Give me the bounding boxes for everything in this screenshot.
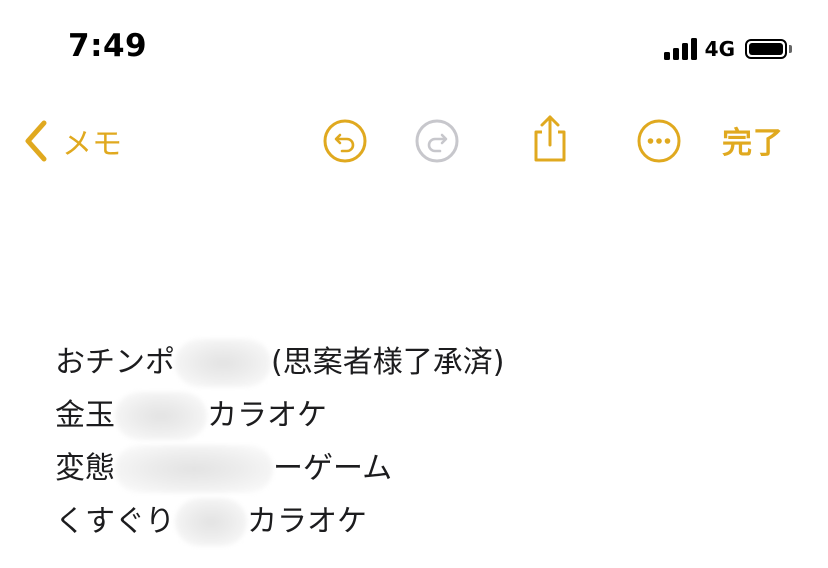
notes-app-screen: 7:49 4G メモ 完了 おチンポ (思案者様了承済) 金玉 カラオケ 変態 … [0, 0, 828, 568]
done-button[interactable]: 完了 [722, 118, 784, 162]
battery-icon [745, 39, 792, 59]
status-indicators: 4G [663, 36, 792, 62]
redo-icon[interactable] [414, 118, 460, 164]
redaction-blur [115, 444, 273, 493]
network-type-label: 4G [704, 37, 735, 61]
status-time: 7:49 [68, 28, 148, 64]
signal-bars-icon [663, 38, 697, 60]
redaction-blur [175, 497, 247, 546]
redaction-blur [175, 338, 271, 387]
more-icon[interactable] [636, 118, 682, 164]
redaction-blur [115, 391, 207, 440]
share-icon[interactable] [527, 112, 573, 164]
note-body[interactable]: おチンポ (思案者様了承済) 金玉 カラオケ 変態 ーゲーム くすぐり カラオケ [55, 338, 795, 550]
back-button[interactable]: メモ [22, 116, 122, 166]
undo-icon[interactable] [322, 118, 368, 164]
note-line: 金玉 カラオケ [55, 391, 795, 444]
chevron-left-icon [25, 120, 47, 162]
note-line: くすぐり カラオケ [55, 497, 795, 550]
note-line: おチンポ (思案者様了承済) [55, 338, 795, 391]
note-line: 変態 ーゲーム [55, 444, 795, 497]
back-button-label: メモ [62, 127, 122, 162]
